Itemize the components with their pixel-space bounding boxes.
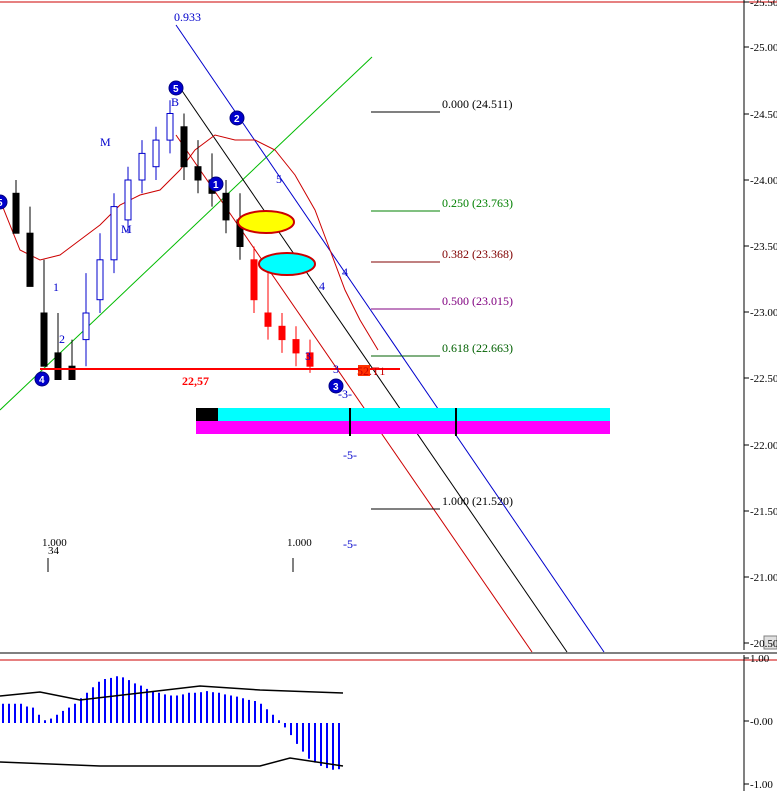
highlight-ellipse-yellow [237,210,295,234]
candle-body [278,325,286,341]
osc-tick-label: -0.00 [750,716,773,728]
candle-body [250,259,258,301]
price-chart: 0.933 0.000 (24.511) 0.250 (23.763) 0.382 … [0,0,777,791]
wave-label: 3 [305,349,311,363]
wave-label: 3 [333,362,339,376]
wave-label: 2 [59,332,65,346]
candle-body [292,339,300,354]
axis-tick-label: -22.00 [750,440,777,452]
wave-marker-label: 4 [39,375,45,386]
wave-marker-label: 1 [213,180,219,191]
wave-marker-label: 5 [0,198,3,209]
time-bar-cyan [196,408,610,421]
axis-tick-label: -23.00 [750,307,777,319]
wave-label: 1 [53,280,59,294]
axis-tick-label: -25.50 [750,0,777,9]
candle-body [12,192,20,234]
candle-body [180,126,188,168]
fib-label: 0.500 (23.015) [442,294,513,308]
fib-label: 0.618 (22.663) [442,341,513,355]
fib-label: 0.000 (24.511) [442,97,513,111]
axis-tick-label: -20.50 [750,638,777,650]
candle-body [138,152,146,181]
axis-tick-label: -23.50 [750,241,777,253]
axis-tick-label: -24.50 [750,109,777,121]
time-bar-marker [196,408,218,421]
candle-body [194,166,202,181]
wave-label: M [100,135,111,149]
candle-body [152,139,160,168]
fib-label: 0.382 (23.368) [442,247,513,261]
fib-label: 1.000 (21.520) [442,494,513,508]
wave-label: -5- [343,537,357,551]
time-marker-label: 1.000 [287,537,312,549]
wave-label: 5 [276,172,282,186]
channel-label: 0.933 [174,10,201,24]
candle-body [124,179,132,221]
candle-body [54,352,62,380]
time-marker-sub: 34 [48,545,60,557]
target-label: 52.T1 [357,364,385,378]
candle-body [82,312,90,341]
wave-label: 4 [342,265,348,279]
candle-body [264,312,272,327]
wave-marker-label: 2 [234,114,240,125]
time-bar-magenta [196,421,610,434]
axis-tick-label: -21.50 [750,506,777,518]
wave-label: -5- [343,448,357,462]
axis-tick-label: -25.00 [750,42,777,54]
wave-label: -3- [338,387,352,401]
wave-marker-label: 5 [173,84,179,95]
axis-tick-label: -22.50 [750,373,777,385]
osc-tick-label: 1.00 [750,653,770,665]
support-label: 22,57 [182,374,209,388]
wave-label: M [121,222,132,236]
candle-body [166,113,174,141]
highlight-ellipse-cyan [258,252,316,276]
axis-tick-label: -21.00 [750,572,777,584]
candle-body [26,232,34,287]
wave-label: 4 [319,279,325,293]
candle-body [222,192,230,221]
wave-label: B [171,95,179,109]
fib-label: 0.250 (23.763) [442,196,513,210]
candle-body [96,259,104,301]
axis-tick-label: -24.00 [750,175,777,187]
candle-body [40,312,48,367]
candle-body [110,206,118,261]
osc-tick-label: -1.00 [750,779,773,791]
